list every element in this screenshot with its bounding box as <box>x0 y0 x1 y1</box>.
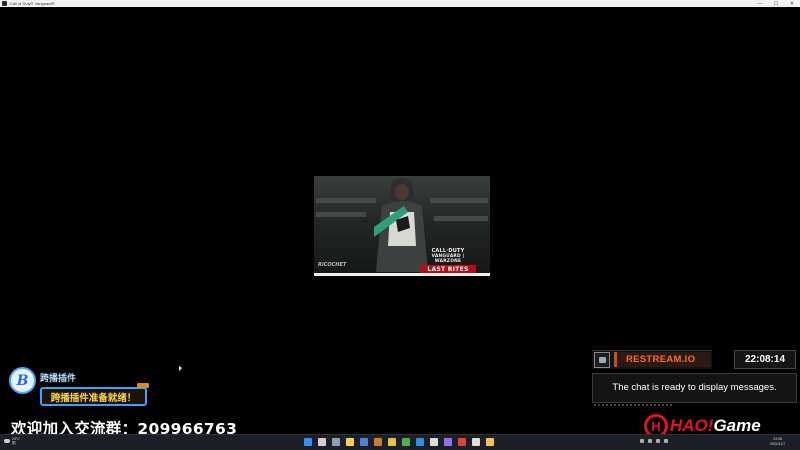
close-button[interactable]: ✕ <box>784 0 800 7</box>
plugin-status-badge: 跨播插件准备就绪！ <box>40 383 149 406</box>
app-icon[interactable] <box>444 438 452 446</box>
taskbar-date: 2021/11/7 <box>770 442 786 446</box>
weather-widget[interactable]: 23°C 阴 <box>4 437 20 445</box>
watermark-part-2: Game <box>713 416 761 435</box>
settings-icon[interactable] <box>430 438 438 446</box>
badge-decoration <box>137 383 149 388</box>
network-icon[interactable] <box>648 439 652 443</box>
taskbar-clock[interactable]: 22:08 2021/11/7 <box>770 437 785 447</box>
weapon-rack-graphic <box>430 198 488 203</box>
weapon-rack-graphic <box>316 212 366 217</box>
plugin-logo-letter: B <box>16 372 29 389</box>
window-controls: — ☐ ✕ <box>752 0 800 7</box>
chat-icon[interactable] <box>360 438 368 446</box>
document-icon[interactable] <box>472 438 480 446</box>
restream-title: RESTREAM.IO <box>614 352 710 367</box>
minimize-button[interactable]: — <box>752 0 768 7</box>
media-icon[interactable] <box>458 438 466 446</box>
plugin-name: 跨播插件 <box>40 374 77 384</box>
restream-logo <box>594 352 610 368</box>
operator-tag: RICOCHET <box>318 262 347 268</box>
maximize-button[interactable]: ☐ <box>768 0 784 7</box>
game-icon[interactable] <box>486 438 494 446</box>
watermark-part-1: HAO! <box>670 416 714 435</box>
logo-line-2: VANGUARD | WARZONE <box>431 254 465 264</box>
folder-icon[interactable] <box>388 438 396 446</box>
screen: Call of Duty® Vanguard® — ☐ ✕ CALL·DUTY … <box>0 0 800 450</box>
store-icon[interactable] <box>402 438 410 446</box>
taskbar-app-icons <box>304 438 494 446</box>
search-icon[interactable] <box>318 438 326 446</box>
window-titlebar[interactable]: Call of Duty® Vanguard® — ☐ ✕ <box>0 0 800 7</box>
restream-divider <box>592 404 797 407</box>
loading-progress-fill <box>314 273 490 276</box>
file-explorer-icon[interactable] <box>374 438 382 446</box>
task-view-icon[interactable] <box>332 438 340 446</box>
game-splash-screen: CALL·DUTY VANGUARD | WARZONE LAST RITES … <box>314 176 490 276</box>
weapon-rack-graphic <box>434 216 488 221</box>
mouse-cursor-icon <box>179 366 182 371</box>
chat-icon <box>598 357 606 363</box>
cloud-icon <box>4 439 10 443</box>
browser-icon[interactable] <box>416 438 424 446</box>
volume-icon[interactable] <box>656 439 660 443</box>
restream-clock: 22:08:14 <box>734 350 796 369</box>
widgets-icon[interactable] <box>346 438 354 446</box>
window-title: Call of Duty® Vanguard® <box>10 1 55 6</box>
loading-progress-bar <box>314 273 490 276</box>
weather-desc: 阴 <box>12 441 16 445</box>
chevron-up-icon[interactable] <box>640 439 644 443</box>
system-tray <box>640 439 668 443</box>
plugin-status-text: 跨播插件准备就绪！ <box>50 392 137 404</box>
restream-chat-status: The chat is ready to display messages. <box>592 373 797 403</box>
battery-icon[interactable] <box>664 439 668 443</box>
game-logo: CALL·DUTY VANGUARD | WARZONE LAST RITES <box>420 248 476 274</box>
windows-taskbar: 23°C 阴 22:08 2021/11/7 <box>0 434 800 450</box>
start-icon[interactable] <box>304 438 312 446</box>
plugin-logo: B <box>9 367 36 394</box>
weapon-rack-graphic <box>316 198 376 203</box>
app-icon <box>2 1 7 6</box>
